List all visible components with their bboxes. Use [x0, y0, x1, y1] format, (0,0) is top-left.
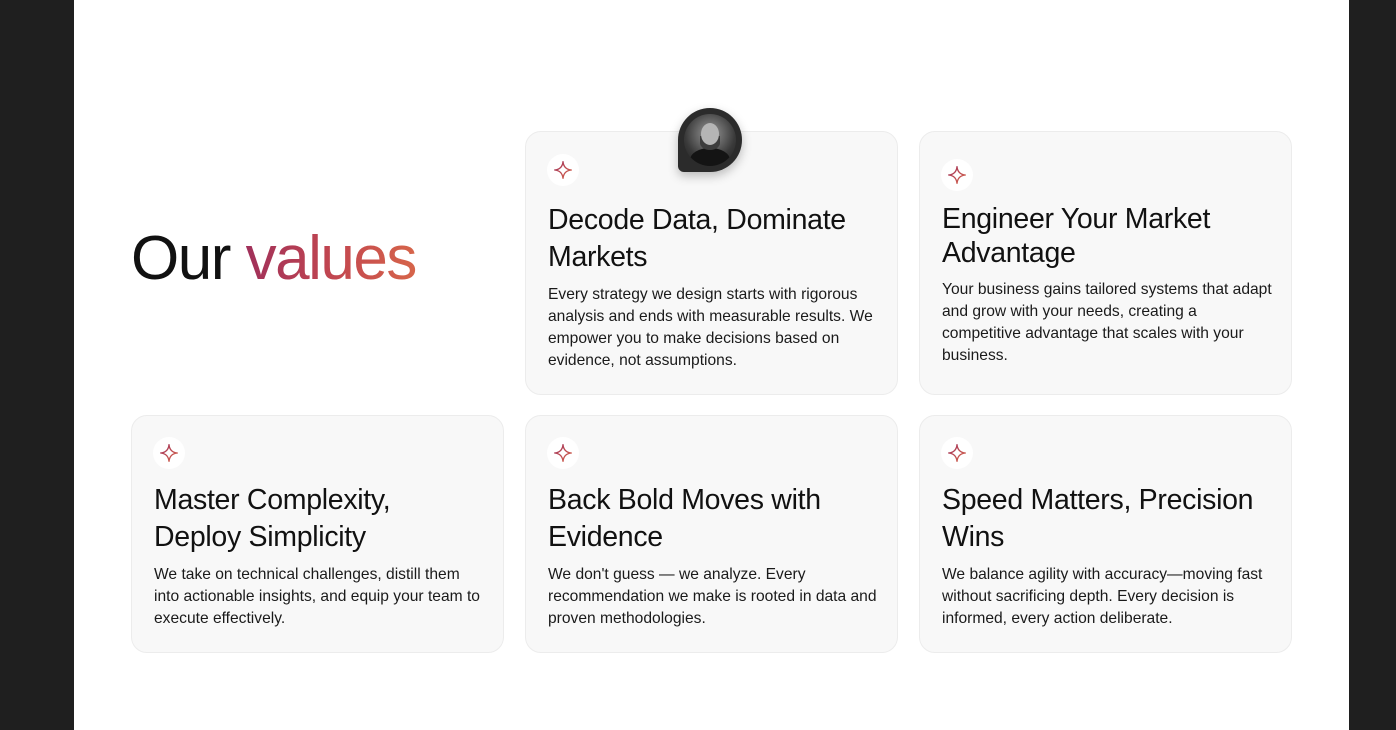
avatar-photo: [684, 114, 736, 166]
sparkle-icon: [547, 437, 579, 469]
value-card-bold-moves: Back Bold Moves with Evidence We don't g…: [525, 415, 898, 653]
sparkle-icon: [941, 159, 973, 191]
card-body: Your business gains tailored systems tha…: [942, 281, 1272, 364]
sparkle-icon: [153, 437, 185, 469]
card-title: Decode Data, Dominate Markets: [548, 204, 846, 273]
avatar: [678, 108, 742, 172]
card-title: Master Complexity, Deploy Simplicity: [154, 484, 391, 553]
value-card-speed-precision: Speed Matters, Precision Wins We balance…: [919, 415, 1292, 653]
card-title: Speed Matters, Precision Wins: [942, 484, 1254, 553]
card-body: We balance agility with accuracy—moving …: [942, 566, 1263, 627]
sparkle-icon: [547, 154, 579, 186]
section-heading: Our values: [131, 222, 418, 296]
card-title: Engineer Your Market Advantage: [942, 203, 1211, 269]
card-title: Back Bold Moves with Evidence: [548, 484, 821, 553]
card-body: We take on technical challenges, distill…: [154, 566, 480, 627]
heading-prefix: Our: [131, 224, 231, 293]
heading-accent: values: [245, 224, 418, 293]
card-body: Every strategy we design starts with rig…: [548, 286, 873, 369]
card-body: We don't guess — we analyze. Every recom…: [548, 566, 877, 627]
sparkle-icon: [941, 437, 973, 469]
value-card-master-complexity: Master Complexity, Deploy Simplicity We …: [131, 415, 504, 653]
value-card-engineer-advantage: Engineer Your Market Advantage Your busi…: [919, 131, 1292, 395]
